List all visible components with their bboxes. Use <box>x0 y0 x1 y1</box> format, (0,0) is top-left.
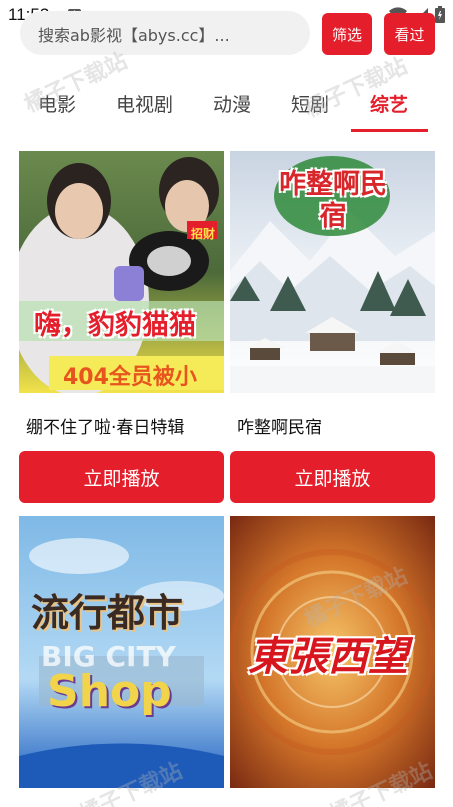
poster-image[interactable]: 招财 嗨，豹豹猫猫 404全员被小 <box>19 151 224 393</box>
poster-image[interactable]: 咋整啊民宿 <box>230 151 435 393</box>
tab-short[interactable]: 短剧 <box>291 90 329 117</box>
poster-subline-2: Shop <box>47 666 172 717</box>
poster-image[interactable]: 東張西望 <box>230 516 435 788</box>
search-input[interactable]: 搜索ab影视【abys.cc】... <box>20 11 310 55</box>
history-button[interactable]: 看过 <box>384 13 435 55</box>
battery-icon <box>435 6 445 23</box>
poster-headline: 流行都市 <box>31 591 184 635</box>
category-tabs: 电影 电视剧 动漫 短剧 综艺 <box>20 78 434 133</box>
card-title[interactable]: 绷不住了啦·春日特辑 <box>26 413 184 438</box>
play-now-button[interactable]: 立即播放 <box>19 451 224 503</box>
tab-anime[interactable]: 动漫 <box>213 90 251 117</box>
poster-subline: 404全员被小 <box>63 365 197 390</box>
filter-button[interactable]: 筛选 <box>322 13 372 55</box>
tab-movie[interactable]: 电影 <box>38 90 76 117</box>
active-tab-indicator <box>351 129 428 132</box>
poster-image[interactable]: 流行都市 BIG CITY Shop <box>19 516 224 788</box>
poster-badge: 招财 <box>191 227 216 241</box>
poster-headline: 東張西望 <box>248 634 408 680</box>
card-title[interactable]: 咋整啊民宿 <box>237 413 322 438</box>
poster-headline: 嗨，豹豹猫猫 <box>34 310 196 341</box>
tab-variety[interactable]: 综艺 <box>370 90 408 117</box>
poster-headline: 咋整啊民宿 <box>279 169 387 232</box>
search-placeholder: 搜索ab影视【abys.cc】... <box>38 26 230 45</box>
play-now-button[interactable]: 立即播放 <box>230 451 435 503</box>
tab-tv[interactable]: 电视剧 <box>116 90 173 117</box>
